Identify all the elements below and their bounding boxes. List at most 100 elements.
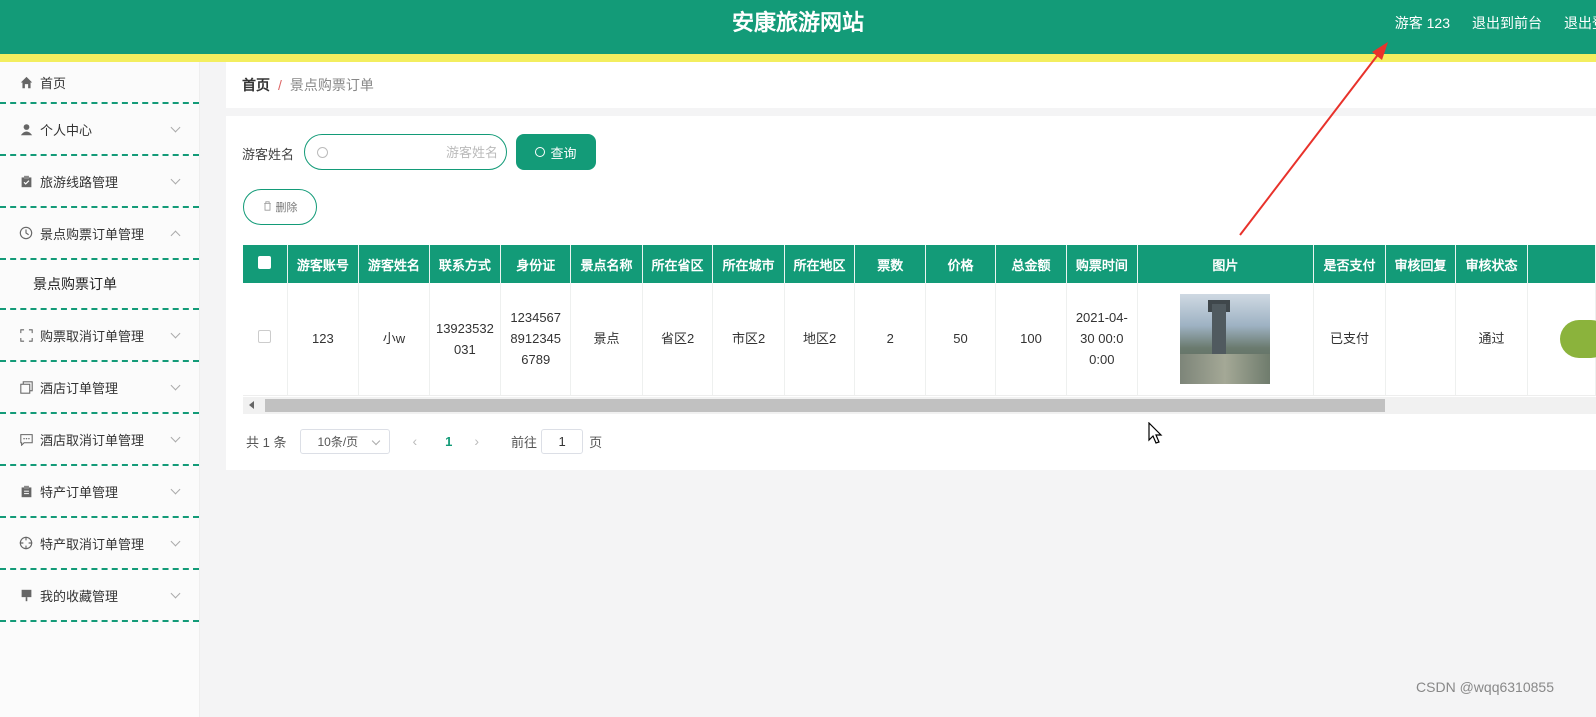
scrollbar-thumb[interactable] (265, 399, 1385, 412)
sidebar-subitem-spot-orders[interactable]: 景点购票订单 (0, 260, 199, 310)
column-header: 景点名称 (570, 245, 643, 283)
cell-status: 通过 (1455, 283, 1528, 396)
user-icon (18, 121, 34, 137)
sidebar-item-spot-tickets[interactable]: 景点购票订单管理 (0, 208, 199, 260)
collection-icon (18, 587, 34, 603)
search-icon (317, 146, 328, 158)
delete-button[interactable]: 删除 (243, 189, 317, 225)
clipboard-icon (18, 173, 34, 189)
table-header-row: 游客账号 游客姓名 联系方式 身份证 景点名称 所在省区 所在城市 所在地区 票… (243, 245, 1596, 283)
sidebar-item-label: 酒店订单管理 (40, 380, 119, 396)
sidebar-item-label: 景点购票订单管理 (40, 226, 145, 242)
clock-icon (18, 225, 34, 241)
search-field[interactable] (304, 134, 507, 170)
horizontal-scrollbar[interactable] (243, 397, 1596, 414)
column-header: 票数 (854, 245, 927, 283)
select-all-checkbox[interactable] (243, 245, 288, 283)
logout-link[interactable]: 退出登 (1564, 13, 1596, 33)
column-header: 游客姓名 (358, 245, 430, 283)
breadcrumb-separator: / (278, 77, 282, 93)
page-size-value: 10条/页 (317, 434, 359, 449)
chevron-down-icon (170, 328, 181, 339)
query-button[interactable]: 查询 (516, 134, 596, 170)
goto-page-input[interactable]: 1 (541, 428, 584, 454)
page-number[interactable]: 1 (445, 434, 452, 449)
sidebar-item-hotel-orders[interactable]: 酒店订单管理 (0, 362, 199, 414)
chevron-down-icon (170, 122, 181, 133)
clipboard-icon (18, 483, 34, 499)
cell-paid: 已支付 (1313, 283, 1386, 396)
sidebar-item-label: 购票取消订单管理 (40, 328, 145, 344)
column-header: 总金额 (995, 245, 1068, 283)
sidebar-item-ticket-cancel[interactable]: 购票取消订单管理 (0, 310, 199, 362)
sidebar-item-home[interactable]: 首页 (0, 62, 199, 104)
column-header: 价格 (925, 245, 996, 283)
column-header: 所在省区 (642, 245, 714, 283)
column-header: 购票时间 (1066, 245, 1138, 283)
cell-price: 50 (925, 283, 996, 396)
column-header: 所在地区 (784, 245, 856, 283)
page-size-select[interactable]: 10条/页 (300, 428, 391, 454)
sidebar-item-hotel-cancel[interactable]: 酒店取消订单管理 (0, 414, 199, 466)
next-page-button[interactable]: › (474, 433, 479, 449)
cell-reply (1385, 283, 1457, 396)
top-header: 安康旅游网站 游客 123 退出到前台 退出登 (0, 0, 1596, 54)
sidebar-item-personal-center[interactable]: 个人中心 (0, 104, 199, 156)
column-header: 是否支付 (1313, 245, 1386, 283)
column-header: 游客账号 (287, 245, 360, 283)
breadcrumb-home[interactable]: 首页 (242, 75, 270, 95)
cell-spot: 景点 (570, 283, 643, 396)
row-checkbox[interactable] (258, 330, 272, 344)
header-stripe (0, 54, 1596, 62)
column-header: 审核回复 (1385, 245, 1457, 283)
copy-icon (18, 379, 34, 395)
sidebar-item-specialty-orders[interactable]: 特产订单管理 (0, 466, 199, 518)
chevron-down-icon (372, 436, 381, 445)
chevron-down-icon (170, 484, 181, 495)
goto-label: 前往 (511, 434, 538, 450)
search-input[interactable] (348, 144, 498, 160)
pagination-total: 共 1 条 (246, 434, 287, 450)
chat-icon (18, 431, 34, 447)
sidebar-item-label: 特产取消订单管理 (40, 536, 145, 552)
cell-image (1137, 283, 1315, 396)
chevron-up-icon (170, 230, 181, 241)
sidebar-item-travel-routes[interactable]: 旅游线路管理 (0, 156, 199, 208)
cell-city: 市区2 (712, 283, 785, 396)
prev-page-button[interactable]: ‹ (412, 433, 417, 449)
orders-table: 游客账号 游客姓名 联系方式 身份证 景点名称 所在省区 所在城市 所在地区 票… (243, 245, 1596, 413)
home-icon (18, 74, 34, 90)
cell-tickets: 2 (854, 283, 927, 396)
breadcrumb-current: 景点购票订单 (289, 77, 374, 93)
scroll-left-arrow-icon[interactable] (249, 401, 254, 409)
goto-unit: 页 (589, 434, 603, 450)
mouse-cursor-icon (1148, 422, 1163, 444)
delete-button-label: 删除 (275, 202, 298, 214)
pagination: 共 1 条 10条/页 ‹ 1 › 前往 1 页 (246, 428, 602, 454)
expand-icon (18, 327, 34, 343)
spot-thumbnail[interactable] (1180, 293, 1271, 384)
chevron-down-icon (170, 380, 181, 391)
sidebar-item-label: 首页 (40, 75, 67, 91)
sidebar: 首页 个人中心 旅游线路管理 景点购票订单管理 景点购票订单 购票取消订单管理 … (0, 62, 200, 717)
search-label: 游客姓名 (242, 147, 295, 162)
column-header: 所在城市 (712, 245, 785, 283)
sidebar-item-label: 特产订单管理 (40, 484, 119, 500)
cell-total: 100 (995, 283, 1068, 396)
watermark: CSDN @wqq6310855 (1416, 679, 1554, 695)
chevron-down-icon (170, 536, 181, 547)
sidebar-item-label: 旅游线路管理 (40, 174, 119, 190)
query-button-label: 查询 (550, 145, 577, 161)
sidebar-item-specialty-cancel[interactable]: 特产取消订单管理 (0, 518, 199, 570)
chevron-down-icon (170, 432, 181, 443)
sidebar-item-favorites[interactable]: 我的收藏管理 (0, 570, 199, 622)
breadcrumb: 首页 / 景点购票订单 (226, 62, 1596, 108)
row-checkbox-cell (243, 283, 288, 396)
action-button[interactable] (1560, 320, 1596, 358)
chevron-down-icon (170, 588, 181, 599)
main-content: 游客姓名 查询 删除 游客账号 游客姓名 联系方式 身份证 景点名 (226, 116, 1596, 470)
back-to-front-link[interactable]: 退出到前台 (1472, 13, 1542, 33)
table-row: 123 小w 13923532031 123456789123456789 景点… (243, 283, 1596, 396)
cell-phone: 13923532031 (429, 283, 502, 396)
sidebar-item-label: 个人中心 (40, 122, 93, 138)
